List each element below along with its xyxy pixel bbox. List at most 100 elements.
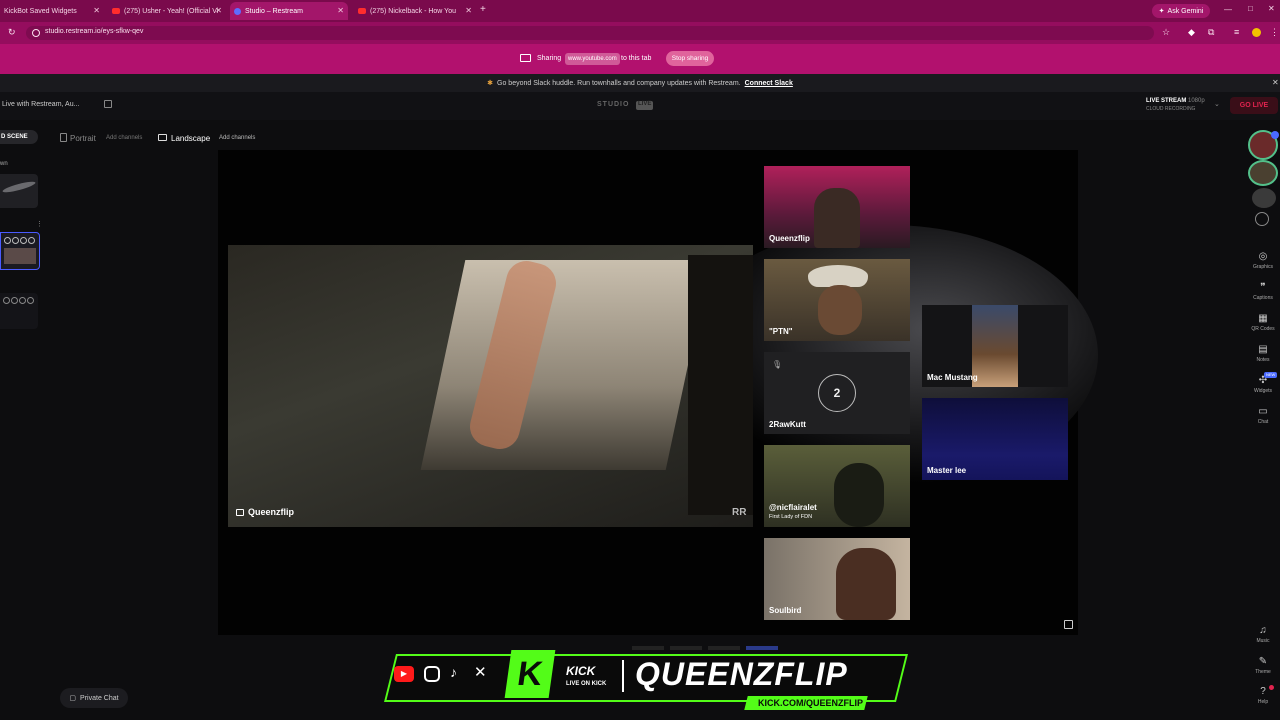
youtube-icon: ▶ bbox=[394, 666, 414, 682]
theme-button[interactable]: ✎ Theme bbox=[1250, 656, 1276, 675]
minimize-icon[interactable]: — bbox=[1224, 5, 1232, 14]
palette-icon: ◎ bbox=[1258, 251, 1268, 262]
portrait-tab[interactable]: Portrait bbox=[70, 134, 96, 143]
participant-subtitle: First Lady of FDN bbox=[769, 514, 813, 520]
music-button[interactable]: ♫ Music bbox=[1250, 625, 1276, 644]
landscape-icon bbox=[158, 134, 167, 141]
participant-name: Soulbird bbox=[769, 606, 802, 615]
bookmark-star-icon[interactable]: ☆ bbox=[1162, 27, 1170, 38]
kick-logo-icon: K bbox=[504, 650, 556, 698]
participant-tile[interactable]: 🎙 2 2RawKutt bbox=[764, 352, 910, 434]
close-tab-icon[interactable]: ✕ bbox=[337, 6, 344, 15]
extension-icon[interactable]: ◆ bbox=[1188, 27, 1195, 38]
qr-codes-button[interactable]: ▦ QR Codes bbox=[1250, 313, 1276, 332]
participant-tile[interactable]: Queenzflip bbox=[764, 166, 910, 248]
edit-title-icon[interactable] bbox=[104, 100, 112, 108]
scene-thumbnail-1[interactable] bbox=[0, 174, 38, 208]
playlist-icon[interactable]: ≡ bbox=[1234, 27, 1239, 37]
kick-banner: ▶ ♪ ✕ K KICK LIVE ON KICK QUEENZFLIP KIC… bbox=[380, 650, 908, 712]
cloud-recording-label: CLOUD RECORDING bbox=[1146, 106, 1196, 112]
studio-header: Live with Restream, Au... STUDIO LIVE LI… bbox=[0, 92, 1280, 120]
notes-icon: ▤ bbox=[1258, 344, 1268, 355]
new-tab-icon[interactable]: + bbox=[480, 4, 486, 15]
participant-video bbox=[818, 285, 862, 335]
participant-name: 2RawKutt bbox=[769, 420, 806, 429]
menu-icon[interactable]: ⋮ bbox=[1270, 27, 1279, 38]
add-scene-button[interactable]: D SCENE bbox=[0, 130, 38, 144]
stream-title[interactable]: Live with Restream, Au... bbox=[2, 101, 79, 108]
instagram-icon bbox=[424, 666, 440, 682]
chevron-down-icon[interactable]: ⌄ bbox=[1214, 100, 1220, 108]
main-video-name: Queenzflip bbox=[248, 507, 295, 517]
scene-thumbnail-3[interactable] bbox=[0, 293, 38, 329]
sharing-bar: Sharing www.youtube.com to this tab Stop… bbox=[0, 44, 1280, 74]
tab-studio-restream[interactable]: Studio – Restream ✕ bbox=[230, 2, 348, 20]
close-tab-icon[interactable]: ✕ bbox=[215, 6, 222, 15]
guest-avatar-3[interactable] bbox=[1252, 188, 1276, 208]
banner-divider bbox=[622, 660, 624, 692]
main-video[interactable]: Queenzflip RR bbox=[228, 245, 753, 527]
studio-logo: STUDIO bbox=[597, 101, 630, 108]
url-field[interactable] bbox=[26, 26, 1154, 40]
landscape-tab[interactable]: Landscape bbox=[171, 134, 210, 143]
new-badge: NEW bbox=[1264, 372, 1278, 378]
guest-avatar-2[interactable] bbox=[1248, 160, 1278, 186]
scene-thumbnail-2-active[interactable] bbox=[0, 232, 40, 270]
tab-nickelback[interactable]: (275) Nickelback - How You ✕ bbox=[354, 2, 476, 20]
ask-gemini-button[interactable]: ✦ Ask Gemini bbox=[1152, 4, 1210, 18]
slack-banner: ✱ Go beyond Slack huddle. Run townhalls … bbox=[0, 74, 1280, 92]
profile-avatar[interactable] bbox=[1252, 28, 1261, 37]
browser-tab-bar: KickBot Saved Widgets ✕ (275) Usher - Ye… bbox=[0, 0, 1280, 22]
studio-live-badge: LIVE bbox=[636, 101, 654, 110]
stage-canvas[interactable]: Queenzflip RR Queenzflip "PTN" 🎙 2 2RawK… bbox=[218, 150, 1098, 635]
landscape-add-channels[interactable]: Add channels bbox=[219, 135, 255, 141]
close-tab-icon[interactable]: ✕ bbox=[465, 6, 472, 15]
close-banner-icon[interactable]: ✕ bbox=[1272, 78, 1279, 87]
chat-bubble-icon: ▢ bbox=[69, 695, 77, 702]
graphics-button[interactable]: ◎ Graphics bbox=[1250, 251, 1276, 270]
tab-kickbot[interactable]: KickBot Saved Widgets ✕ bbox=[0, 2, 104, 20]
restream-icon bbox=[234, 7, 241, 15]
guest-count-badge bbox=[1271, 131, 1279, 139]
participant-hat bbox=[808, 265, 868, 287]
kick-label: KICK bbox=[566, 664, 596, 678]
participant-tile[interactable]: Soulbird bbox=[764, 538, 910, 620]
participant-tile[interactable]: @nicflairalet First Lady of FDN bbox=[764, 445, 910, 527]
participant-video bbox=[836, 548, 896, 620]
stop-sharing-button[interactable]: Stop sharing bbox=[666, 51, 714, 66]
connect-slack-link[interactable]: Connect Slack bbox=[745, 80, 793, 87]
tab-usher[interactable]: (275) Usher - Yeah! (Official Vi ✕ bbox=[108, 2, 226, 20]
puzzle-icon[interactable]: ⧉ bbox=[1208, 27, 1214, 38]
theme-icon: ✎ bbox=[1258, 656, 1268, 667]
slack-icon: ✱ bbox=[487, 80, 494, 87]
reload-icon[interactable]: ↻ bbox=[8, 27, 16, 38]
more-guests-icon[interactable] bbox=[1255, 212, 1269, 226]
video-door-frame bbox=[688, 255, 753, 515]
participant-tile[interactable]: Mac Mustang bbox=[922, 305, 1068, 387]
fullscreen-icon[interactable] bbox=[1064, 620, 1073, 629]
go-live-button[interactable]: GO LIVE bbox=[1230, 97, 1278, 114]
scene-menu-icon[interactable]: ⋮ bbox=[36, 220, 43, 228]
maximize-icon[interactable]: □ bbox=[1248, 4, 1253, 13]
live-stream-label[interactable]: LIVE STREAM bbox=[1146, 98, 1186, 104]
portrait-add-channels[interactable]: Add channels bbox=[106, 135, 142, 141]
tiktok-icon: ♪ bbox=[450, 664, 457, 680]
participant-tile[interactable]: Master lee bbox=[922, 398, 1068, 480]
close-window-icon[interactable]: ✕ bbox=[1268, 4, 1275, 13]
participant-tile[interactable]: "PTN" bbox=[764, 259, 910, 341]
participant-name: "PTN" bbox=[769, 327, 793, 336]
screen-source-icon bbox=[236, 509, 244, 516]
site-info-icon[interactable] bbox=[32, 29, 40, 37]
gemini-icon: ✦ bbox=[1158, 8, 1165, 15]
participant-name: Master lee bbox=[927, 466, 967, 475]
video-doorway bbox=[420, 260, 711, 470]
qr-icon: ▦ bbox=[1258, 313, 1268, 324]
private-chat-button[interactable]: ▢ Private Chat bbox=[60, 688, 128, 708]
mic-muted-icon: 🎙 bbox=[772, 360, 783, 369]
participant-avatar: 2 bbox=[818, 374, 856, 412]
chat-button[interactable]: ▭ Chat bbox=[1250, 406, 1276, 425]
notes-button[interactable]: ▤ Notes bbox=[1250, 344, 1276, 363]
close-tab-icon[interactable]: ✕ bbox=[93, 6, 100, 15]
captions-button[interactable]: ❞ Captions bbox=[1250, 282, 1276, 301]
to-tab-label: to this tab bbox=[621, 55, 652, 62]
